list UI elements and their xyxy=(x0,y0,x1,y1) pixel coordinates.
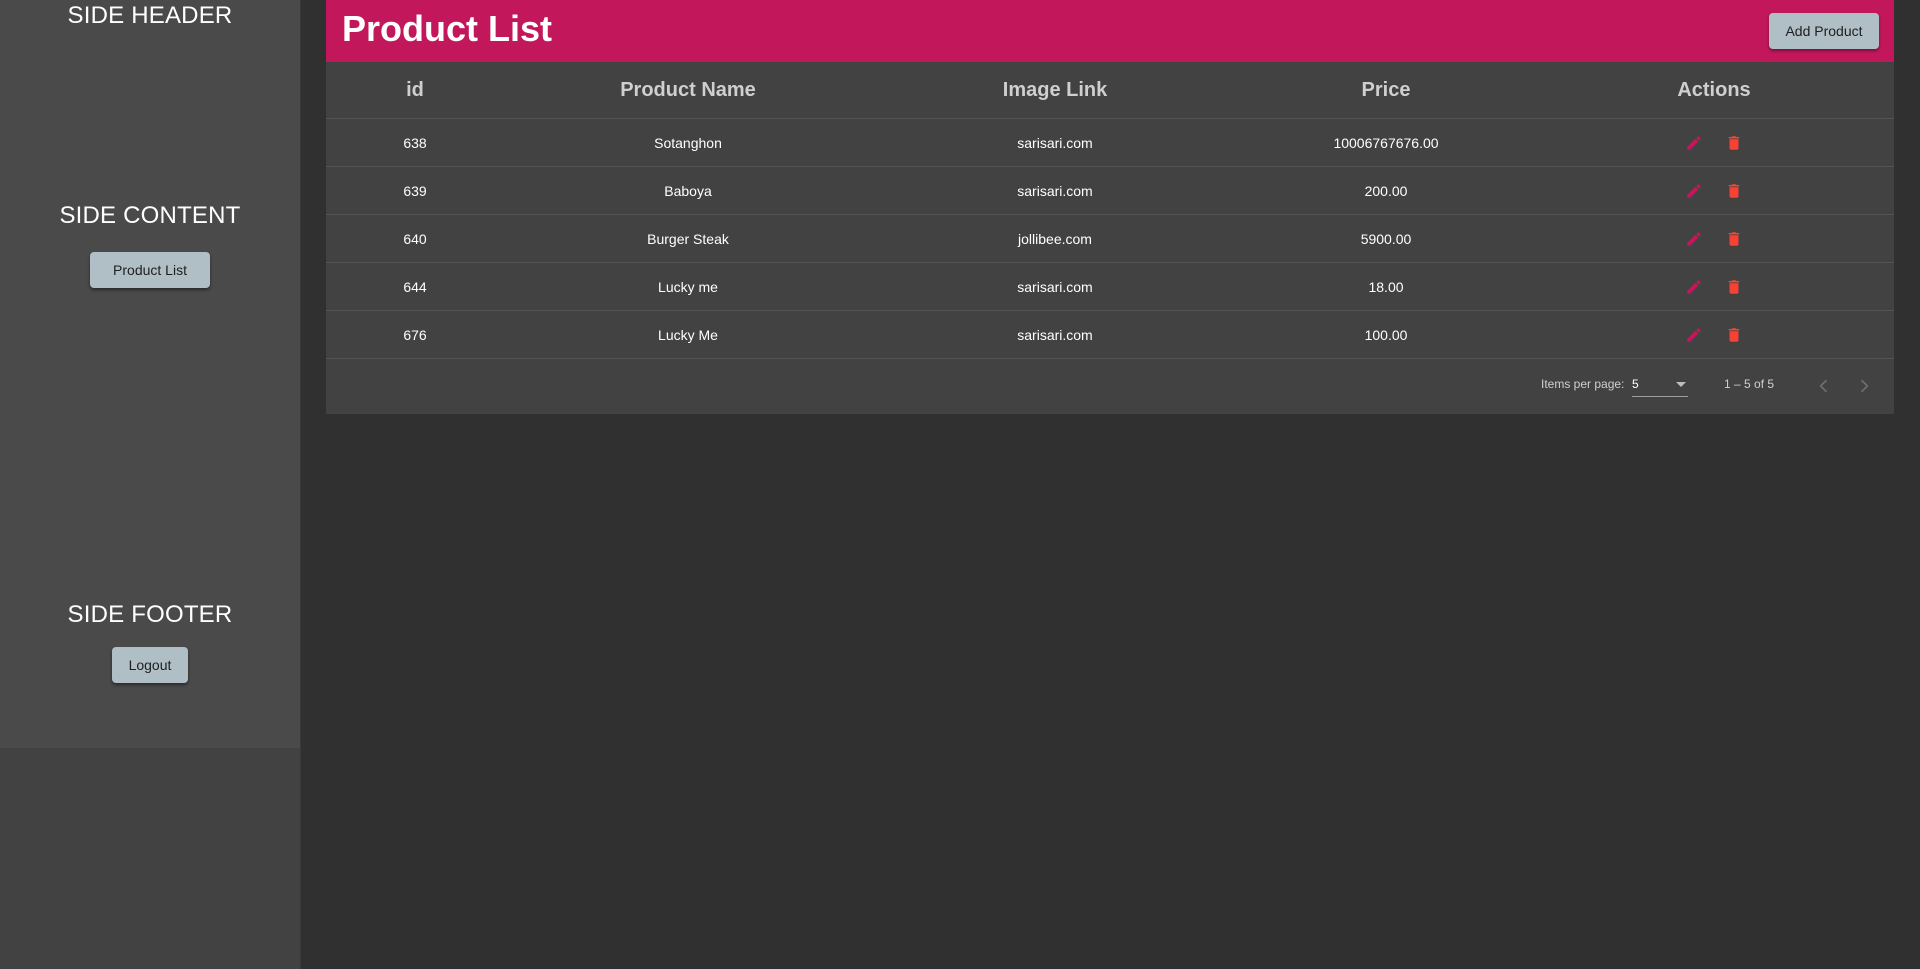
sidebar: SIDE HEADER SIDE CONTENT Product List SI… xyxy=(0,0,301,969)
cell-product-name: Lucky Me xyxy=(658,326,718,343)
header-product-name[interactable]: Product Name xyxy=(620,62,756,118)
pencil-icon[interactable] xyxy=(1682,323,1706,347)
cell-image-link: sarisari.com xyxy=(1017,134,1093,151)
trash-icon[interactable] xyxy=(1722,323,1746,347)
cell-id: 638 xyxy=(403,134,427,151)
toolbar: Product List Add Product xyxy=(326,0,1894,62)
trash-icon[interactable] xyxy=(1722,179,1746,203)
page-size-select[interactable]: 5 xyxy=(1632,372,1688,397)
page-range-label: 1 – 5 of 5 xyxy=(1724,377,1775,391)
side-footer-title: SIDE FOOTER xyxy=(67,601,233,628)
cell-price: 200.00 xyxy=(1364,182,1408,199)
cell-price: 18.00 xyxy=(1368,278,1404,295)
cell-price: 5900.00 xyxy=(1360,230,1412,247)
header-actions: Actions xyxy=(1677,78,1751,101)
paginator: Items per page: 5 1 – 5 of 5 xyxy=(326,358,1894,414)
items-per-page-label: Items per page: xyxy=(1541,377,1625,391)
cell-product-name: Burger Steak xyxy=(647,230,729,247)
cell-actions xyxy=(1682,167,1746,214)
table-row: 640 Burger Steak jollibee.com 5900.00 xyxy=(326,215,1894,263)
cell-id: 640 xyxy=(403,230,427,247)
table-header-row: id Product Name Image Link Price Actions xyxy=(326,62,1894,119)
pencil-icon[interactable] xyxy=(1682,275,1706,299)
cell-price: 10006767676.00 xyxy=(1333,134,1439,151)
app-root: SIDE HEADER SIDE CONTENT Product List SI… xyxy=(0,0,1920,969)
sidebar-panel: SIDE HEADER SIDE CONTENT Product List SI… xyxy=(0,0,300,748)
header-price[interactable]: Price xyxy=(1362,62,1411,118)
table-row: 638 Sotanghon sarisari.com 10006767676.0… xyxy=(326,119,1894,167)
cell-product-name: Baboya xyxy=(664,182,712,199)
side-content-title: SIDE CONTENT xyxy=(59,202,241,229)
cell-product-name: Sotanghon xyxy=(654,134,722,151)
cell-image-link: sarisari.com xyxy=(1017,182,1093,199)
cell-price: 100.00 xyxy=(1364,326,1408,343)
cell-actions xyxy=(1682,119,1746,166)
page-title: Product List xyxy=(342,8,553,49)
cell-image-link: jollibee.com xyxy=(1018,230,1092,247)
cell-image-link: sarisari.com xyxy=(1017,278,1093,295)
product-list-button[interactable]: Product List xyxy=(90,252,210,288)
table-row: 639 Baboya sarisari.com 200.00 xyxy=(326,167,1894,215)
cell-id: 644 xyxy=(403,278,427,295)
header-image-link[interactable]: Image Link xyxy=(1003,62,1107,118)
header-id[interactable]: id xyxy=(406,62,424,118)
cell-product-name: Lucky me xyxy=(658,278,718,295)
chevron-left-icon[interactable] xyxy=(1810,372,1838,400)
trash-icon[interactable] xyxy=(1722,275,1746,299)
page-size-value: 5 xyxy=(1632,377,1639,391)
caret-down-icon xyxy=(1676,382,1686,387)
chevron-right-icon[interactable] xyxy=(1850,372,1878,400)
sidebar-lower xyxy=(0,748,300,969)
side-header: SIDE HEADER xyxy=(67,2,233,29)
add-product-button[interactable]: Add Product xyxy=(1769,13,1879,49)
trash-icon[interactable] xyxy=(1722,131,1746,155)
cell-id: 676 xyxy=(403,326,427,343)
cell-id: 639 xyxy=(403,182,427,199)
trash-icon[interactable] xyxy=(1722,227,1746,251)
product-table: id Product Name Image Link Price Actions… xyxy=(326,62,1894,414)
pencil-icon[interactable] xyxy=(1682,227,1706,251)
pencil-icon[interactable] xyxy=(1682,131,1706,155)
cell-actions xyxy=(1682,311,1746,358)
table-row: 644 Lucky me sarisari.com 18.00 xyxy=(326,263,1894,311)
table-row: 676 Lucky Me sarisari.com 100.00 xyxy=(326,311,1894,359)
cell-actions xyxy=(1682,215,1746,262)
pencil-icon[interactable] xyxy=(1682,179,1706,203)
cell-image-link: sarisari.com xyxy=(1017,326,1093,343)
logout-button[interactable]: Logout xyxy=(112,647,188,683)
cell-actions xyxy=(1682,263,1746,310)
